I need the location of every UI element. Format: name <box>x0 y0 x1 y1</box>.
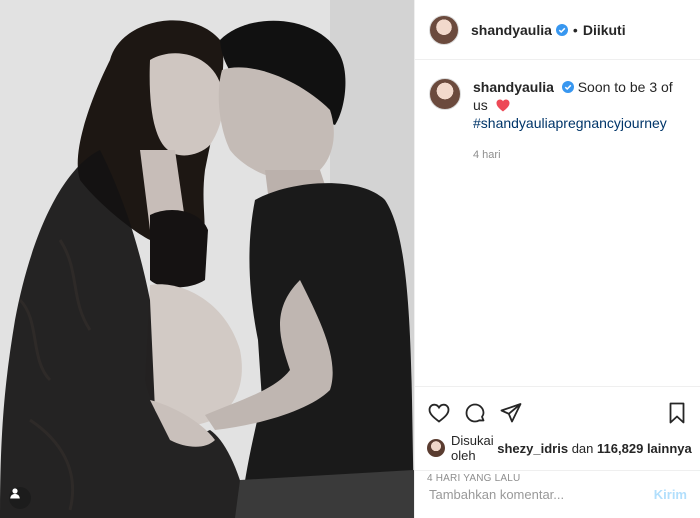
heart-icon[interactable] <box>427 401 451 425</box>
post-caption: shandyaulia Soon to be 3 of us #shandyau… <box>415 60 700 164</box>
verified-badge-icon <box>555 23 568 36</box>
author-avatar[interactable] <box>429 14 459 45</box>
user-icon <box>10 488 20 499</box>
red-heart-emoji-icon <box>496 99 510 112</box>
caption-hashtag-link[interactable]: #shandyauliapregnancyjourney <box>473 114 686 132</box>
post-photo[interactable] <box>0 0 414 518</box>
likes-suffix[interactable]: lainnya <box>647 441 692 456</box>
share-icon[interactable] <box>499 401 523 425</box>
action-icons-row <box>427 395 689 431</box>
likes-prefix: Disukai oleh <box>451 433 494 463</box>
caption-body: shandyaulia Soon to be 3 of us #shandyau… <box>473 78 686 164</box>
caption-username[interactable]: shandyaulia <box>473 79 554 95</box>
post-comment-button[interactable]: Kirim <box>654 487 687 502</box>
couple-photo-illustration <box>0 0 414 518</box>
following-button[interactable]: Diikuti <box>583 22 626 38</box>
caption-time-ago[interactable]: 4 hari <box>473 146 686 164</box>
likes-middle: dan <box>571 440 594 456</box>
liker-username[interactable]: shezy_idris <box>497 441 568 456</box>
likes-count[interactable]: 116,829 <box>597 441 643 456</box>
caption-author-avatar[interactable] <box>429 78 461 110</box>
bookmark-icon[interactable] <box>665 401 689 425</box>
instagram-post: shandyaulia • Diikuti shandyaulia Soon t… <box>0 0 700 518</box>
post-header: shandyaulia • Diikuti <box>415 0 700 60</box>
verified-badge-icon <box>561 81 574 93</box>
comment-input[interactable] <box>429 487 654 502</box>
likes-summary: Disukai oleh shezy_idris dan 116,829 lai… <box>427 433 692 463</box>
tagged-users-button[interactable] <box>9 487 31 509</box>
liker-avatar[interactable] <box>427 439 445 457</box>
header-separator: • <box>572 21 578 38</box>
comment-icon[interactable] <box>463 401 487 425</box>
post-sidebar: shandyaulia • Diikuti shandyaulia Soon t… <box>414 0 700 518</box>
comment-form: Kirim <box>415 470 700 518</box>
author-username[interactable]: shandyaulia <box>471 22 552 38</box>
